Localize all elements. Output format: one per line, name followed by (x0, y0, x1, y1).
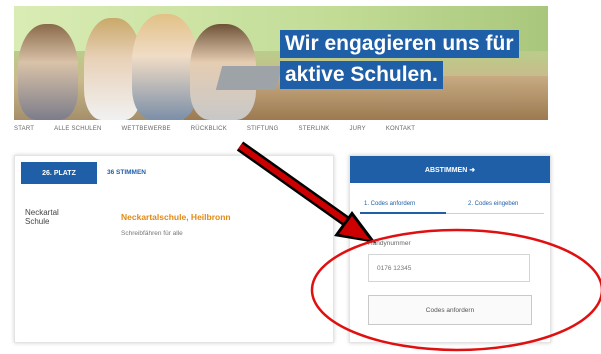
request-code-button[interactable]: Codes anfordern (368, 295, 532, 325)
school-logo-line-1: Neckartal (25, 208, 59, 217)
hero-person-3 (132, 14, 198, 120)
rank-tab[interactable]: 26. PLATZ (21, 162, 97, 184)
nav-item-start[interactable]: Start (14, 126, 34, 140)
school-card: 26. PLATZ 36 STIMMEN Neckartal Schule Ne… (14, 155, 334, 343)
phone-input[interactable] (368, 254, 530, 282)
vote-button[interactable]: ABSTIMMEN ➜ (350, 156, 550, 183)
nav-item-kontakt[interactable]: Kontakt (386, 126, 415, 140)
nav-item-jury[interactable]: Jury (349, 126, 365, 140)
school-description: Schreibfähren für alle (121, 230, 183, 237)
nav-item-rueckblick[interactable]: Rückblick (191, 126, 227, 140)
votes-count[interactable]: 36 STIMMEN (107, 169, 146, 176)
hero-headline: Wir engagieren uns für aktive Schulen. (280, 30, 519, 92)
step-enter-codes[interactable]: 2. Codes eingeben (468, 201, 518, 207)
step-divider (446, 213, 544, 214)
hero-person-1 (18, 24, 78, 120)
step-request-codes[interactable]: 1. Codes anfordern (364, 201, 415, 207)
main-nav: Start Alle Schulen Wettbewerbe Rückblick… (14, 126, 548, 140)
nav-item-sterlink[interactable]: Sterlink (299, 126, 330, 140)
hero-banner: Wir engagieren uns für aktive Schulen. (14, 6, 548, 120)
nav-item-stiftung[interactable]: Stiftung (247, 126, 279, 140)
vote-card: ABSTIMMEN ➜ 1. Codes anfordern 2. Codes … (349, 155, 551, 343)
phone-label: Handynummer (368, 240, 411, 247)
step-active-indicator (360, 212, 446, 214)
nav-item-alle-schulen[interactable]: Alle Schulen (54, 126, 101, 140)
school-logo: Neckartal Schule (25, 208, 97, 234)
school-logo-line-2: Schule (25, 217, 50, 226)
nav-item-wettbewerbe[interactable]: Wettbewerbe (122, 126, 171, 140)
hero-headline-line-1: Wir engagieren uns für (280, 30, 519, 58)
vote-steps: 1. Codes anfordern 2. Codes eingeben (360, 198, 544, 216)
hero-laptop (215, 66, 283, 90)
school-name: Neckartalschule, Heilbronn (121, 212, 231, 222)
hero-headline-line-2: aktive Schulen. (280, 61, 443, 89)
